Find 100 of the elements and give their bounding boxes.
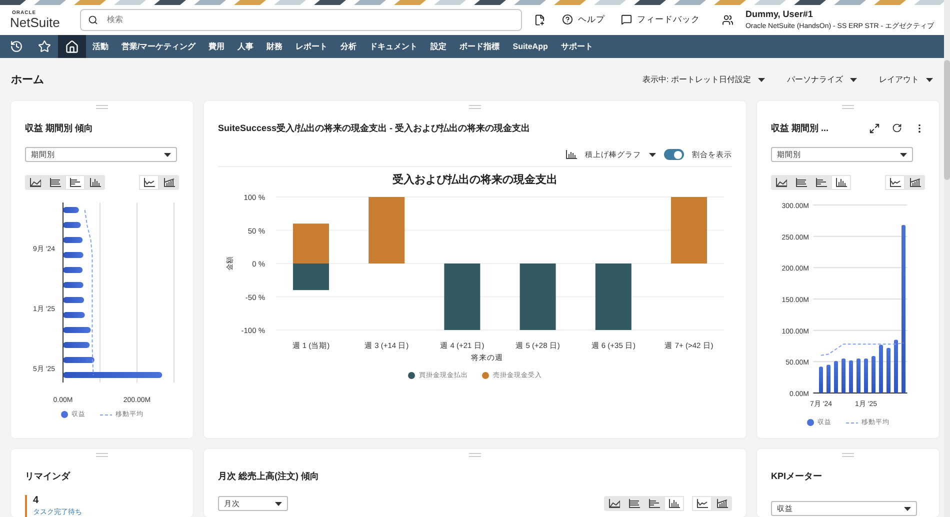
portlet-title: KPIメーター: [771, 470, 824, 483]
nav-menu-item[interactable]: レポート: [289, 34, 334, 58]
nav-menu-item[interactable]: 財務: [260, 34, 290, 58]
line-over-bars-icon: [910, 178, 920, 188]
bar: [595, 264, 632, 330]
area-chart-icon: [608, 499, 620, 508]
help-icon: [562, 14, 573, 26]
caret-icon: [850, 78, 857, 82]
page-menu[interactable]: 表示中: ポートレット日付設定: [642, 74, 765, 86]
bar: [842, 358, 846, 394]
history-icon: [10, 40, 22, 54]
users-icon[interactable]: [722, 14, 734, 26]
caret-icon: [164, 152, 171, 157]
nav-menu-item[interactable]: 費用: [202, 34, 232, 58]
expand-icon[interactable]: [869, 122, 880, 134]
search-field[interactable]: 検索: [80, 8, 522, 31]
caret-icon: [275, 502, 282, 506]
refresh-icon[interactable]: [892, 123, 902, 134]
reminder-count: 4: [33, 495, 40, 506]
vertical-bars-icon: [836, 178, 846, 188]
star-icon: [38, 40, 50, 54]
vertical-bars-icon: [668, 499, 680, 508]
line-over-bars-icon: [164, 178, 174, 188]
legend-dot-icon: [60, 411, 68, 418]
bar: [63, 282, 84, 288]
bar: [368, 197, 405, 264]
line-chart-icon: [144, 178, 154, 188]
toggle-switch[interactable]: [664, 149, 684, 160]
bar: [63, 207, 79, 214]
line-over-bars-icon: [716, 499, 728, 508]
drag-handle[interactable]: [96, 105, 108, 110]
bar: [63, 342, 90, 348]
dashed-line-icon: [100, 414, 112, 416]
bar: [886, 348, 890, 394]
nav-menu-item[interactable]: 分析: [334, 34, 364, 58]
chart-type-button[interactable]: [139, 175, 159, 190]
portlet-title: 月次 総売上高(注文) 傾向: [218, 470, 320, 483]
help-button[interactable]: ヘルプ: [562, 14, 605, 26]
scrollbar-thumb[interactable]: [944, 60, 950, 180]
chart-title: 受入および払出の将来の現金支出: [392, 174, 558, 186]
portlet-title: 収益 期間別 傾向: [25, 122, 94, 135]
chart-type-button[interactable]: [65, 175, 85, 190]
nav-menu-item[interactable]: 営業/マーケティング: [115, 34, 202, 58]
bar: [879, 344, 883, 394]
bar: [872, 356, 876, 394]
bar: [864, 358, 868, 394]
drag-handle[interactable]: [96, 453, 108, 458]
portlet-title: リマインダ: [25, 470, 72, 483]
bar: [819, 366, 823, 394]
nav-menu-item[interactable]: ドキュメント: [363, 34, 424, 58]
page-title: ホーム: [11, 73, 45, 88]
chart-type-button[interactable]: [664, 496, 684, 512]
user-name[interactable]: Dummy, User#1: [745, 8, 934, 19]
chart-type-button[interactable]: [831, 175, 851, 190]
bar: [671, 197, 707, 264]
bar: [63, 237, 83, 244]
nav-menu-item[interactable]: ボード指標: [453, 34, 506, 58]
caret-icon: [904, 506, 911, 511]
search-icon: [88, 14, 98, 25]
drag-handle[interactable]: [842, 453, 854, 458]
new-document-icon[interactable]: [534, 14, 546, 26]
caret-icon: [649, 152, 656, 157]
bar: [849, 360, 853, 394]
nav-menu-item[interactable]: 活動: [86, 34, 115, 58]
page-menu[interactable]: パーソナライズ: [787, 74, 857, 86]
drag-handle[interactable]: [469, 453, 481, 458]
drag-handle[interactable]: [842, 105, 854, 110]
area-chart-icon: [30, 178, 40, 188]
bar: [63, 312, 85, 318]
home-icon: [65, 40, 79, 54]
horizontal-bars-icon: [70, 178, 80, 188]
page-menu[interactable]: レイアウト: [879, 74, 933, 86]
legend-dot-icon: [482, 372, 489, 380]
caret-icon: [758, 78, 765, 82]
nav-menu-item[interactable]: 設定: [424, 34, 454, 58]
caret-icon: [926, 78, 933, 82]
stacked-lines-icon: [50, 178, 60, 188]
bar: [834, 361, 838, 394]
area-chart-icon: [776, 178, 786, 188]
bar: [63, 222, 81, 228]
bar: [63, 297, 84, 304]
chart-type-button[interactable]: [692, 496, 712, 512]
drag-handle[interactable]: [469, 105, 481, 110]
bar: [894, 340, 898, 394]
nav-icon-tab[interactable]: [58, 34, 86, 58]
chart-type-button[interactable]: [885, 175, 905, 190]
stacked-lines-icon: [628, 499, 640, 508]
bar: [856, 358, 860, 394]
feedback-button[interactable]: フィードバック: [620, 14, 700, 26]
nav-menu-item[interactable]: サポート: [554, 34, 600, 58]
caret-icon: [900, 152, 907, 157]
bar: [63, 327, 91, 334]
nav-menu-item[interactable]: 人事: [231, 34, 260, 58]
nav-menu-item[interactable]: SuiteApp: [506, 34, 554, 58]
bar: [63, 252, 84, 258]
portlet-title: 収益 期間別 ...: [771, 122, 830, 135]
stacked-lines-icon: [796, 178, 806, 188]
dashed-line-icon: [846, 422, 858, 424]
bar: [444, 264, 480, 330]
line-chart-icon: [696, 499, 708, 508]
